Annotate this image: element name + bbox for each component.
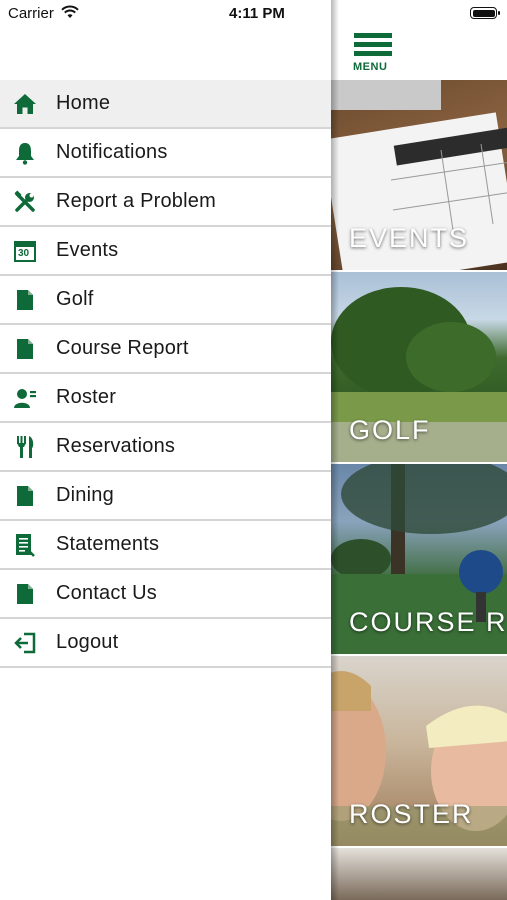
menu-button[interactable]: MENU	[353, 33, 394, 73]
document-icon	[12, 287, 38, 313]
menu-item-label: Notifications	[56, 141, 168, 163]
menu-item-label: Golf	[56, 288, 94, 310]
menu-list: Home Notifications Report a Problem 30 E…	[0, 80, 331, 668]
tile-roster[interactable]: ROSTER	[331, 656, 507, 846]
menu-item-contact-us[interactable]: Contact Us	[0, 570, 331, 619]
menu-item-reservations[interactable]: Reservations	[0, 423, 331, 472]
document-icon	[12, 483, 38, 509]
tile-events[interactable]: EVENTS	[331, 80, 507, 270]
drawer-shadow	[331, 0, 339, 900]
menu-item-label: Course Report	[56, 337, 189, 359]
menu-item-logout[interactable]: Logout	[0, 619, 331, 668]
calendar-icon: 30	[12, 238, 38, 264]
menu-item-label: Logout	[56, 631, 119, 653]
tools-icon	[12, 189, 38, 215]
menu-item-label: Reservations	[56, 435, 176, 457]
tile-title: ROSTER	[349, 799, 474, 829]
tile-title: EVENTS	[349, 223, 470, 253]
menu-item-events[interactable]: 30 Events	[0, 227, 331, 276]
tile-golf[interactable]: GOLF	[331, 272, 507, 462]
menu-item-course-report[interactable]: Course Report	[0, 325, 331, 374]
tile-title: COURSE REPORT	[349, 607, 507, 637]
calendar-day: 30	[18, 247, 30, 259]
wifi-icon	[61, 5, 79, 24]
roster-icon	[12, 385, 38, 411]
menu-item-statements[interactable]: Statements	[0, 521, 331, 570]
document-icon	[12, 581, 38, 607]
hamburger-bar	[354, 42, 392, 47]
status-bar: Carrier 4:11 PM	[0, 0, 507, 28]
document-icon	[12, 336, 38, 362]
hamburger-bar	[354, 51, 392, 56]
menu-item-label: Dining	[56, 484, 114, 506]
menu-item-label: Home	[56, 92, 111, 114]
menu-item-dining[interactable]: Dining	[0, 472, 331, 521]
bell-icon	[12, 140, 38, 166]
carrier-label: Carrier	[8, 5, 54, 22]
menu-item-golf[interactable]: Golf	[0, 276, 331, 325]
menu-item-label: Report a Problem	[56, 190, 216, 212]
side-drawer: Home Notifications Report a Problem 30 E…	[0, 0, 331, 900]
menu-label: MENU	[353, 61, 388, 73]
battery-icon	[470, 7, 500, 19]
fork-knife-icon	[12, 434, 38, 460]
menu-item-label: Statements	[56, 533, 160, 555]
menu-item-notifications[interactable]: Notifications	[0, 129, 331, 178]
menu-item-home[interactable]: Home	[0, 80, 331, 129]
menu-item-label: Events	[56, 239, 119, 261]
statement-icon	[12, 532, 38, 558]
menu-item-label: Roster	[56, 386, 117, 408]
menu-item-roster[interactable]: Roster	[0, 374, 331, 423]
clock: 4:11 PM	[229, 5, 285, 22]
hamburger-bar	[354, 33, 392, 38]
home-content: MENU EVENTS GOLF COURSE R ROSTER	[331, 0, 507, 900]
tile-course-report[interactable]: COURSE REPORT	[331, 464, 507, 654]
menu-item-report-problem[interactable]: Report a Problem	[0, 178, 331, 227]
home-icon	[12, 91, 38, 117]
menu-item-label: Contact Us	[56, 582, 157, 604]
tile-title: GOLF	[349, 415, 431, 445]
tile-next[interactable]	[331, 848, 507, 900]
logout-icon	[12, 630, 38, 656]
